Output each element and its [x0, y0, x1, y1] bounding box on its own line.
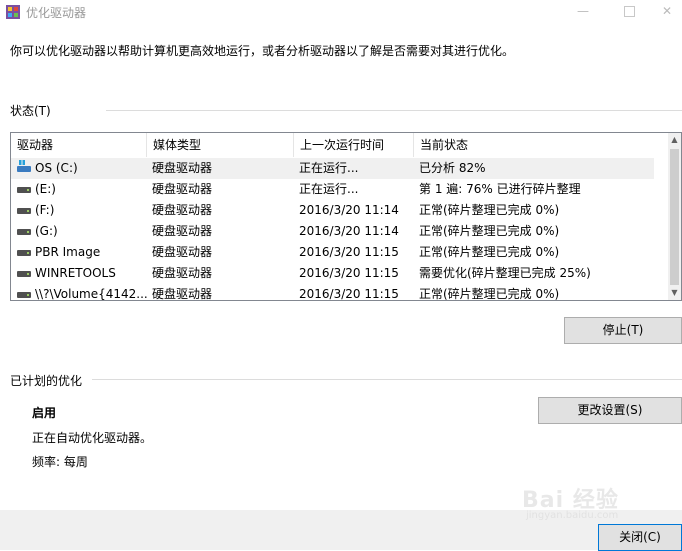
- status-divider: [106, 110, 682, 111]
- defrag-app-icon: [6, 5, 20, 19]
- status-cell: 第 1 遍: 76% 已进行碎片整理: [419, 182, 581, 196]
- scheduled-section-label: 已计划的优化: [10, 374, 83, 388]
- drive-row-pbr-image[interactable]: PBR Image 硬盘驱动器 2016/3/20 11:15 正常(碎片整理已…: [11, 242, 654, 263]
- column-header-drive[interactable]: 驱动器: [11, 133, 147, 157]
- last-run-cell: 正在运行...: [299, 161, 359, 175]
- drive-name: PBR Image: [35, 245, 101, 259]
- drive-name-cell: OS (C:): [17, 158, 149, 179]
- scrollbar-thumb[interactable]: [670, 149, 679, 285]
- media-type-cell: 硬盘驱动器: [152, 287, 213, 301]
- media-type-cell: 硬盘驱动器: [152, 203, 213, 217]
- description-text: 你可以优化驱动器以帮助计算机更高效地运行，或者分析驱动器以了解是否需要对其进行优…: [10, 44, 515, 58]
- drive-name: (F:): [35, 203, 55, 217]
- drive-name-cell: (F:): [17, 200, 149, 221]
- status-cell: 正常(碎片整理已完成 0%): [419, 245, 560, 259]
- list-header: 驱动器 媒体类型 上一次运行时间 当前状态: [11, 133, 666, 157]
- vertical-scrollbar[interactable]: ▲ ▼: [668, 133, 681, 300]
- drive-name: (G:): [35, 224, 58, 238]
- hard-drive-icon: [17, 270, 31, 277]
- drive-row-os-c[interactable]: OS (C:) 硬盘驱动器 正在运行... 已分析 82%: [11, 158, 654, 179]
- hard-drive-icon: [17, 186, 31, 193]
- stop-button[interactable]: 停止(T): [564, 317, 682, 344]
- window-title: 优化驱动器: [26, 6, 87, 20]
- close-button[interactable]: 关闭(C): [598, 524, 682, 551]
- maximize-button[interactable]: [606, 0, 652, 24]
- status-cell: 正常(碎片整理已完成 0%): [419, 287, 560, 301]
- column-header-current-status[interactable]: 当前状态: [414, 133, 666, 157]
- column-header-last-run[interactable]: 上一次运行时间: [294, 133, 414, 157]
- hard-drive-icon: [17, 207, 31, 214]
- maximize-icon: [623, 6, 635, 17]
- scheduled-divider: [92, 379, 682, 380]
- status-cell: 正常(碎片整理已完成 0%): [419, 203, 560, 217]
- drive-row-g[interactable]: (G:) 硬盘驱动器 2016/3/20 11:14 正常(碎片整理已完成 0%…: [11, 221, 654, 242]
- minimize-button[interactable]: —: [560, 0, 606, 24]
- schedule-description: 正在自动优化驱动器。: [32, 431, 153, 445]
- drive-row-winretools[interactable]: WINRETOOLS 硬盘驱动器 2016/3/20 11:15 需要优化(碎片…: [11, 263, 654, 284]
- media-type-cell: 硬盘驱动器: [152, 245, 213, 259]
- last-run-cell: 2016/3/20 11:15: [299, 287, 399, 301]
- drive-name-cell: (G:): [17, 221, 149, 242]
- last-run-cell: 2016/3/20 11:15: [299, 266, 399, 280]
- drive-row-volume[interactable]: \\?\Volume{4142... 硬盘驱动器 2016/3/20 11:15…: [11, 284, 654, 301]
- drive-name-cell: (E:): [17, 179, 149, 200]
- scroll-up-arrow-icon[interactable]: ▲: [668, 133, 681, 147]
- status-cell: 正常(碎片整理已完成 0%): [419, 224, 560, 238]
- schedule-frequency: 频率: 每周: [32, 455, 88, 469]
- watermark-url: jingyan.baidu.com: [526, 510, 619, 521]
- drive-name: (E:): [35, 182, 56, 196]
- drive-name: WINRETOOLS: [35, 266, 116, 280]
- drive-name-cell: WINRETOOLS: [17, 263, 149, 284]
- hard-drive-icon: [17, 228, 31, 235]
- watermark: Bai 经验 jingyan.baidu.com: [522, 482, 682, 526]
- status-cell: 已分析 82%: [419, 161, 486, 175]
- status-cell: 需要优化(碎片整理已完成 25%): [419, 266, 591, 280]
- hard-drive-icon: [17, 291, 31, 298]
- drive-name-cell: \\?\Volume{4142...: [17, 284, 149, 301]
- hard-drive-icon: [17, 249, 31, 256]
- status-section-label: 状态(T): [10, 104, 51, 118]
- change-settings-button[interactable]: 更改设置(S): [538, 397, 682, 424]
- last-run-cell: 2016/3/20 11:15: [299, 245, 399, 259]
- media-type-cell: 硬盘驱动器: [152, 161, 213, 175]
- last-run-cell: 2016/3/20 11:14: [299, 224, 399, 238]
- schedule-status: 启用: [32, 406, 57, 420]
- drive-name-cell: PBR Image: [17, 242, 149, 263]
- last-run-cell: 正在运行...: [299, 182, 359, 196]
- os-drive-icon: [17, 160, 31, 172]
- drive-name: OS (C:): [35, 161, 78, 175]
- last-run-cell: 2016/3/20 11:14: [299, 203, 399, 217]
- media-type-cell: 硬盘驱动器: [152, 182, 213, 196]
- column-header-media-type[interactable]: 媒体类型: [147, 133, 294, 157]
- drive-list[interactable]: 驱动器 媒体类型 上一次运行时间 当前状态 OS (C:) 硬盘驱动器 正在运行…: [10, 132, 682, 301]
- media-type-cell: 硬盘驱动器: [152, 224, 213, 238]
- title-bar: 优化驱动器 — ✕: [0, 0, 682, 24]
- drive-row-e[interactable]: (E:) 硬盘驱动器 正在运行... 第 1 遍: 76% 已进行碎片整理: [11, 179, 654, 200]
- close-window-button[interactable]: ✕: [652, 0, 682, 24]
- drive-row-f[interactable]: (F:) 硬盘驱动器 2016/3/20 11:14 正常(碎片整理已完成 0%…: [11, 200, 654, 221]
- scroll-down-arrow-icon[interactable]: ▼: [668, 286, 681, 300]
- drive-name: \\?\Volume{4142...: [35, 287, 148, 301]
- media-type-cell: 硬盘驱动器: [152, 266, 213, 280]
